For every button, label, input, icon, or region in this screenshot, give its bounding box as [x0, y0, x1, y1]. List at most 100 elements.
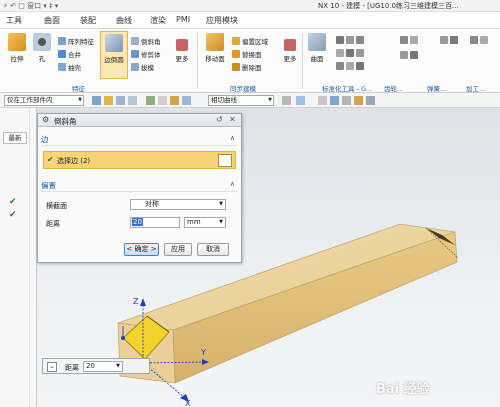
move-face-label: 移动面	[205, 55, 225, 63]
fit-icon[interactable]	[330, 96, 339, 105]
face-filter-icon[interactable]	[116, 96, 125, 105]
std-tool-row3[interactable]	[336, 62, 366, 70]
select-edge-cube-icon[interactable]	[218, 154, 232, 167]
select-all-icon[interactable]	[92, 96, 101, 105]
close-icon[interactable]: ✕	[229, 115, 236, 124]
chamfer-icon	[131, 37, 139, 45]
chamfer-dialog: ⚙ 倒斜角 ↺ ✕ 边 ∧ ✔ 选择边 (2) 偏置 ∧ 横截面 对称 ▼ 距离…	[37, 113, 242, 263]
axis-y-label: Y	[200, 348, 206, 357]
shell-label: 抽壳	[68, 64, 81, 72]
trim-body-button[interactable]: 修剪体	[131, 49, 161, 59]
chamfer-button[interactable]: 倒斜角	[131, 36, 161, 46]
offset-region-button[interactable]: 偏置区域	[232, 36, 268, 46]
menu-tools[interactable]: 工具	[6, 15, 22, 26]
render-style-icon[interactable]	[354, 96, 363, 105]
stop-at-intersection-icon[interactable]	[282, 96, 291, 105]
shell-button[interactable]: 抽壳	[58, 62, 81, 72]
endpoint-icon[interactable]	[170, 96, 179, 105]
delete-face-label: 删除面	[242, 64, 262, 72]
surface-button[interactable]: 曲面	[305, 33, 329, 63]
group-sync-label: 同步建模	[230, 85, 256, 93]
cross-section-dropdown[interactable]: 对称 ▼	[130, 199, 226, 210]
chevron-down-icon: ▼	[268, 97, 272, 103]
view-orient-icon[interactable]	[318, 96, 327, 105]
edge-blend-label: 边倒圆	[104, 56, 124, 64]
edge-blend-button[interactable]: 边倒圆	[100, 31, 128, 79]
cancel-button[interactable]: 取消	[197, 243, 229, 256]
machining-tool-row[interactable]	[470, 36, 490, 44]
menu-render[interactable]: 渲染	[150, 15, 166, 26]
bolt-icon	[336, 36, 344, 44]
extrude-icon	[8, 33, 26, 51]
more-icon	[176, 39, 188, 51]
menu-assembly[interactable]: 装配	[80, 15, 96, 26]
more-sync-button[interactable]: 更多	[280, 39, 300, 63]
midpoint-icon[interactable]	[182, 96, 191, 105]
quick-access-toolbar[interactable]: ⚡ ↶ ▢ 窗口 ▾ ‡ ▾	[3, 1, 58, 11]
reset-icon[interactable]: ↺	[216, 115, 223, 124]
replace-face-button[interactable]: 替换面	[232, 49, 262, 59]
check-icon: ✔	[47, 155, 54, 164]
onscreen-input-box: ⌄ 距离 20 ▼	[42, 358, 150, 374]
snap-icon[interactable]	[146, 96, 155, 105]
trim-body-label: 修剪体	[141, 51, 161, 59]
menu-curve[interactable]: 曲线	[116, 15, 132, 26]
menu-pmi[interactable]: PMI	[176, 15, 190, 24]
std-tool-row1[interactable]	[336, 36, 366, 44]
menu-surface[interactable]: 曲面	[44, 15, 60, 26]
extrude-button[interactable]: 拉伸	[4, 33, 30, 63]
more-feature-button[interactable]: 更多	[172, 39, 192, 63]
selection-filter-dropdown[interactable]: 仅在工作部件内 ▼	[4, 95, 84, 106]
ribbon-separator	[302, 33, 303, 89]
edge-section-header[interactable]: 边 ∧	[41, 134, 238, 146]
group-std-tools-label: 标准化工具 - G...	[322, 85, 373, 93]
spring-2-icon	[450, 36, 458, 44]
pattern-feature-button[interactable]: 阵列特征	[58, 36, 94, 46]
collapse-caret-icon: ∧	[229, 134, 235, 142]
pattern-icon	[58, 37, 66, 45]
select-edge-label: 选择边 (2)	[57, 157, 91, 165]
options-icon[interactable]: ⌄	[47, 362, 57, 372]
offset-section-header[interactable]: 偏置 ∧	[41, 180, 238, 192]
unite-label: 合并	[68, 51, 81, 59]
menu-applications[interactable]: 应用模块	[206, 15, 238, 26]
select-edge-row[interactable]: ✔ 选择边 (2)	[43, 151, 236, 169]
ok-button[interactable]: < 确定 >	[124, 243, 159, 256]
move-face-button[interactable]: 移动面	[202, 33, 228, 63]
more-feature-label: 更多	[175, 55, 189, 63]
gear-tool-row2[interactable]	[400, 51, 420, 59]
delete-face-button[interactable]: 删除面	[232, 62, 262, 72]
drag-handle[interactable]	[121, 336, 125, 340]
group-spring-label: 弹簧...	[427, 85, 447, 93]
distance-input[interactable]: 20	[130, 217, 180, 228]
edge-filter-icon[interactable]	[128, 96, 137, 105]
axis-z-label: Z	[133, 297, 139, 306]
onscreen-distance-value: 20	[86, 362, 95, 370]
apply-button[interactable]: 应用	[164, 243, 192, 256]
hole-button[interactable]: 孔	[31, 33, 53, 63]
check-icon: ✔	[9, 197, 17, 207]
recent-tab[interactable]: 最新	[3, 132, 27, 144]
axis-x-label: X	[185, 399, 191, 407]
follow-fillet-icon[interactable]	[296, 96, 305, 105]
feature-filter-icon[interactable]	[104, 96, 113, 105]
watermark: Bai 经验	[376, 382, 430, 397]
offset-region-label: 偏置区域	[242, 38, 268, 46]
distance-unit-dropdown[interactable]: mm ▼	[184, 217, 226, 228]
shell-icon	[58, 63, 66, 71]
unite-button[interactable]: 合并	[58, 49, 81, 59]
zoom-icon[interactable]	[342, 96, 351, 105]
axis-z-arrow	[140, 298, 146, 306]
spring-tool-row[interactable]	[440, 36, 460, 44]
tool-2-icon	[480, 36, 488, 44]
curve-rule-dropdown[interactable]: 相切曲线 ▼	[208, 95, 274, 106]
onscreen-distance-input[interactable]: 20 ▼	[83, 361, 123, 372]
settings-gear-icon[interactable]: ⚙	[42, 115, 49, 124]
group-gear-label: 齿轮...	[384, 85, 404, 93]
section-icon[interactable]	[366, 96, 375, 105]
gear-tool-row[interactable]	[400, 36, 420, 44]
draft-button[interactable]: 拔模	[131, 62, 154, 72]
point-icon[interactable]	[158, 96, 167, 105]
std-tool-row2[interactable]	[336, 49, 366, 57]
hole-label: 孔	[38, 55, 46, 63]
